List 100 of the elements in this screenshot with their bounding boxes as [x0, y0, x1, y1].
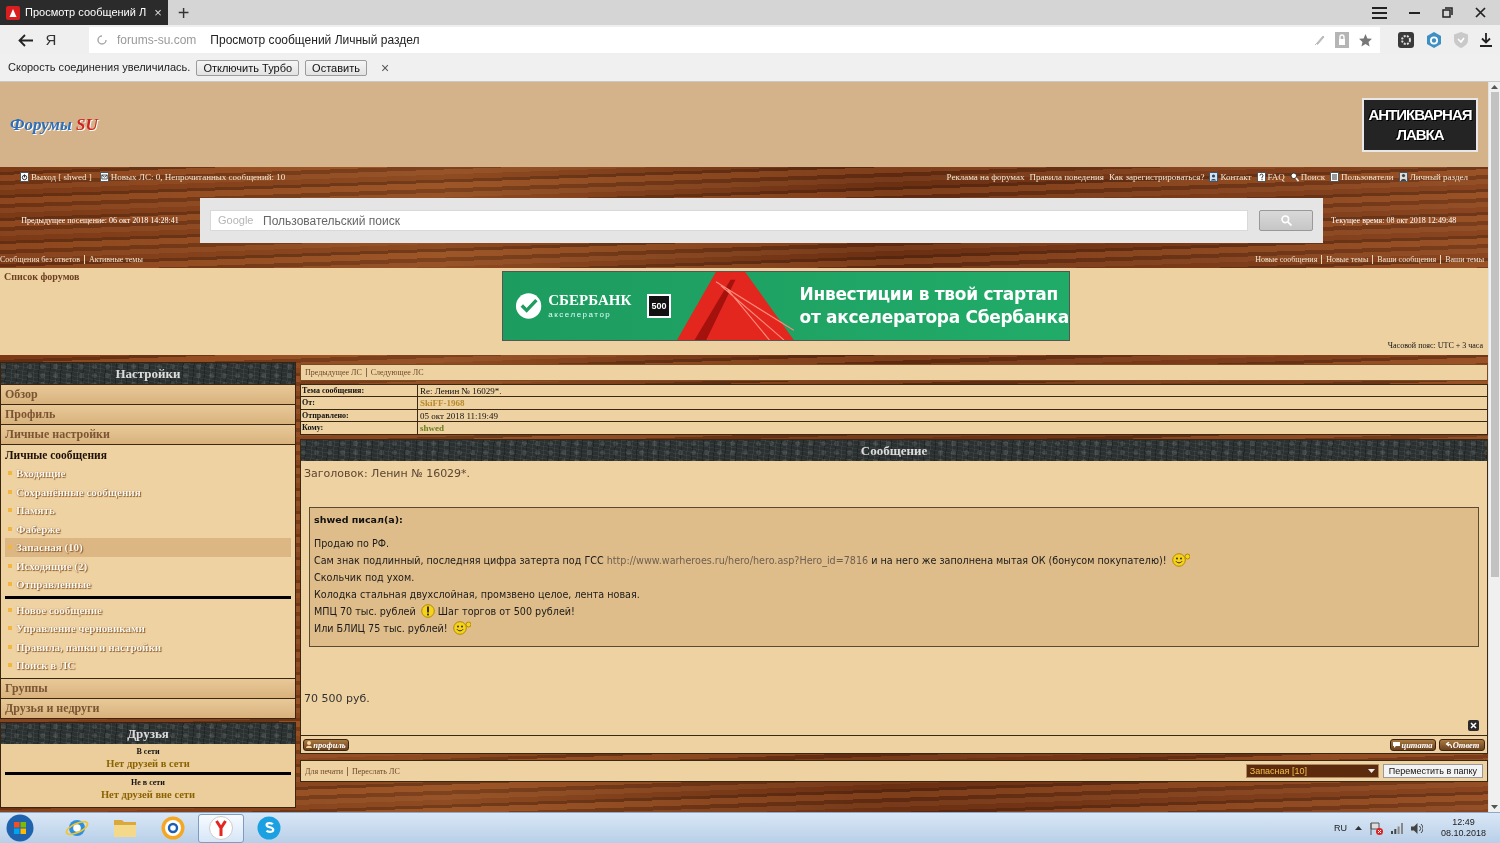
- search-button[interactable]: [1259, 210, 1313, 231]
- volume-icon[interactable]: [1410, 822, 1423, 834]
- quick-link[interactable]: Новые сообщения: [1255, 254, 1322, 264]
- bullet-icon: [8, 644, 12, 649]
- sidebar-item[interactable]: Личные сообщения: [5, 446, 291, 464]
- profile-button[interactable]: профиль: [303, 738, 349, 751]
- quick-link[interactable]: Сообщения без ответов: [0, 254, 84, 264]
- quote-line: Колодка стальная двухслойная, промзвено целое, лента новая.: [314, 587, 641, 602]
- minimize-icon[interactable]: [1409, 11, 1420, 14]
- message-nav-link[interactable]: Следующее ЛС: [365, 368, 424, 377]
- back-arrow-icon[interactable]: [18, 33, 33, 47]
- download-icon[interactable]: [1480, 33, 1492, 47]
- empty-list-text: Нет друзей в сети: [105, 757, 191, 769]
- new-tab-button[interactable]: +: [177, 2, 190, 23]
- forum-list-link[interactable]: Список форумов: [0, 268, 502, 285]
- clock-time[interactable]: 12:49: [1440, 817, 1486, 828]
- quote-line: МПЦ 70 тыс. рублей Шаг торгов от 500 рублей!: [314, 603, 576, 619]
- ring-icon[interactable]: [1426, 32, 1442, 48]
- message-subject: Заголовок: Ленин № 16029*.: [304, 467, 472, 481]
- nav-link[interactable]: Как зарегистрироваться?: [1108, 172, 1205, 182]
- keep-button[interactable]: Оставить: [305, 60, 367, 76]
- shop-logo[interactable]: АНТИКВАРНАЯ ЛАВКА: [1362, 97, 1478, 152]
- star-icon[interactable]: [1359, 33, 1372, 47]
- nav-link[interactable]: Поиск: [1289, 172, 1326, 182]
- clock-date[interactable]: 08.10.2018: [1440, 828, 1486, 839]
- quick-link[interactable]: Ваши сообщения: [1372, 254, 1441, 264]
- sidebar-item[interactable]: Личные настройки: [1, 424, 295, 444]
- person-icon: [1398, 172, 1408, 182]
- nav-link[interactable]: Правила поведения: [1029, 172, 1104, 182]
- logo-button[interactable]: Я: [43, 31, 59, 49]
- list-icon: [1330, 172, 1340, 182]
- contact-card-icon: [1209, 172, 1219, 182]
- timezone-text: Часовой пояс: UTC + 3 часа: [1386, 341, 1484, 352]
- footer-link[interactable]: Для печати: [305, 766, 343, 776]
- browser-tab[interactable]: Просмотр сообщений Л ×: [0, 0, 168, 25]
- user-link[interactable]: shwed: [418, 421, 1487, 435]
- bullet-icon: [8, 545, 12, 550]
- bullet-icon: [8, 508, 12, 513]
- tray-arrow-icon[interactable]: [1354, 826, 1362, 830]
- address-field[interactable]: forums-su.com Просмотр сообщений Личный раздел: [89, 27, 1380, 53]
- spinner-icon: [97, 35, 107, 45]
- brand-label: Google: [218, 214, 254, 227]
- friends-title: Друзья: [1, 722, 295, 744]
- smiley-icon: [1171, 553, 1190, 568]
- empty-list-text: Нет друзей вне сети: [99, 788, 197, 800]
- nav-link[interactable]: Новых ЛС: 0, Непрочитанных сообщений: 10: [99, 172, 286, 182]
- detail-label: Кому:: [301, 421, 418, 435]
- nav-link[interactable]: Личный раздел: [1398, 172, 1468, 182]
- close-button[interactable]: ×: [380, 59, 390, 77]
- status-heading: В сети: [135, 746, 161, 756]
- quick-link[interactable]: Активные темы: [84, 254, 147, 264]
- tab-logo-icon: [6, 5, 20, 20]
- envelope-icon: [99, 172, 109, 182]
- footer-link[interactable]: Переслать ЛС: [346, 766, 400, 776]
- quick-link[interactable]: Новые темы: [1321, 254, 1373, 264]
- quote-link[interactable]: http://www.warheroes.ru/hero/hero.asp?Hero_id=7816: [606, 552, 869, 568]
- scroll-up-icon[interactable]: [1491, 85, 1498, 89]
- notification-text: Скорость соединения увеличилась.: [8, 61, 191, 75]
- ad-banner[interactable]: СБЕРБАНК акселератор 500 Инвестиции в твой стартап от акселератора Сбербанка: [502, 271, 1070, 341]
- folder-select[interactable]: Запасная [10]: [1245, 764, 1379, 779]
- caret-icon: [1367, 769, 1375, 774]
- close-icon[interactable]: [1468, 720, 1479, 732]
- tab-close-button[interactable]: ×: [154, 6, 162, 19]
- nav-link[interactable]: Реклама на форумах: [946, 172, 1025, 182]
- turn-off-turbo-button[interactable]: Отключить Турбо: [196, 60, 300, 76]
- sidebar-item[interactable]: Друзья и недруги: [1, 697, 295, 718]
- language-indicator[interactable]: RU: [1333, 822, 1347, 834]
- start-icon[interactable]: [6, 814, 34, 842]
- price-text: 70 500 руб.: [304, 691, 371, 705]
- detail-value: Re: Ленин № 16029*.: [418, 385, 1487, 398]
- sidebar-item[interactable]: Профиль: [1, 404, 295, 424]
- bullet-icon: [8, 626, 12, 631]
- nav-link[interactable]: FAQ: [1256, 172, 1285, 182]
- bullet-icon: [8, 526, 12, 531]
- scroll-down-icon[interactable]: [1491, 805, 1498, 809]
- menu-icon[interactable]: [1372, 6, 1387, 19]
- flag-icon[interactable]: [1369, 821, 1383, 835]
- nav-link[interactable]: Контакт: [1209, 172, 1252, 182]
- signal-icon[interactable]: [1390, 822, 1403, 834]
- tab-title: Просмотр сообщений Л: [25, 5, 147, 20]
- bullet-icon: [8, 471, 12, 476]
- close-icon[interactable]: [1475, 7, 1486, 18]
- nav-link[interactable]: Выход [ shwed ]: [20, 172, 92, 182]
- sidebar-item[interactable]: Группы: [1, 677, 295, 698]
- sidebar-item[interactable]: Обзор: [1, 384, 295, 404]
- gear-icon[interactable]: [1398, 32, 1414, 48]
- nav-link[interactable]: Пользователи: [1330, 172, 1394, 182]
- status-heading: Не в сети: [130, 777, 166, 787]
- reply-icon: [1444, 741, 1452, 748]
- browser-logo-icon: [209, 816, 233, 840]
- message-nav-link[interactable]: Предыдущее ЛС: [305, 368, 362, 377]
- ad-brand-text: СБЕРБАНК: [548, 292, 632, 308]
- taskbar-button[interactable]: [198, 813, 244, 843]
- quote-button[interactable]: цитата: [1390, 738, 1436, 751]
- move-to-folder-button[interactable]: Переместить в папку: [1382, 764, 1483, 779]
- restore-icon[interactable]: [1442, 7, 1453, 18]
- reply-button[interactable]: Ответ: [1439, 738, 1485, 751]
- scrollbar-thumb[interactable]: [1490, 92, 1499, 577]
- question-icon: [1256, 172, 1266, 182]
- bullet-icon: [8, 607, 12, 612]
